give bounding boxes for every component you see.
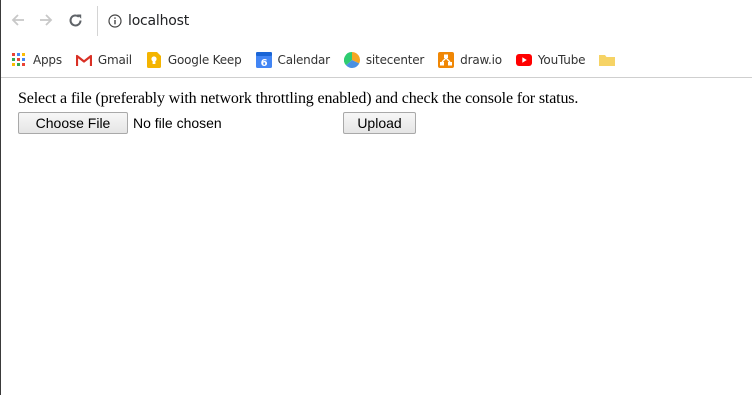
calendar-day-number: 6 bbox=[260, 58, 267, 68]
bookmark-label: Apps bbox=[33, 53, 62, 67]
bookmark-label: draw.io bbox=[460, 53, 502, 67]
sitecenter-icon bbox=[343, 52, 360, 68]
bookmark-folder[interactable] bbox=[591, 48, 627, 72]
page-content: Select a file (preferably with network t… bbox=[1, 78, 752, 395]
bookmark-youtube[interactable]: YouTube bbox=[508, 48, 591, 72]
bookmark-sitecenter[interactable]: sitecenter bbox=[336, 48, 430, 72]
forward-arrow-icon bbox=[40, 14, 53, 26]
no-file-chosen-text: No file chosen bbox=[133, 115, 222, 131]
bookmark-label: Calendar bbox=[277, 53, 331, 67]
file-upload-form: Choose File No file chosen Upload bbox=[18, 111, 438, 135]
url-text: localhost bbox=[128, 13, 190, 29]
choose-file-button[interactable]: Choose File bbox=[18, 112, 128, 134]
browser-toolbar: localhost bbox=[1, 0, 752, 43]
bookmark-google-keep[interactable]: Google Keep bbox=[138, 48, 248, 72]
bookmark-label: Google Keep bbox=[167, 53, 242, 67]
forward-button[interactable] bbox=[35, 9, 57, 31]
calendar-icon: 6 bbox=[255, 52, 272, 68]
gmail-icon bbox=[75, 52, 92, 68]
bookmark-gmail[interactable]: Gmail bbox=[68, 48, 138, 72]
reload-button[interactable] bbox=[64, 9, 86, 31]
reload-icon bbox=[69, 13, 81, 26]
folder-icon bbox=[599, 52, 616, 68]
back-arrow-icon bbox=[11, 14, 24, 26]
back-button[interactable] bbox=[7, 9, 29, 31]
bookmark-label: YouTube bbox=[537, 53, 586, 67]
bookmark-label: Gmail bbox=[97, 53, 132, 67]
address-bar[interactable]: localhost bbox=[97, 6, 752, 36]
bookmark-drawio[interactable]: draw.io bbox=[430, 48, 508, 72]
info-icon[interactable] bbox=[108, 14, 122, 28]
upload-button[interactable]: Upload bbox=[343, 112, 416, 134]
instructions-text: Select a file (preferably with network t… bbox=[18, 90, 579, 107]
bookmark-label: sitecenter bbox=[365, 53, 425, 67]
bookmark-calendar[interactable]: 6 Calendar bbox=[248, 48, 336, 72]
apps-grid-icon bbox=[11, 52, 27, 68]
drawio-icon bbox=[438, 52, 455, 68]
youtube-icon bbox=[515, 52, 532, 68]
bookmark-apps[interactable]: Apps bbox=[1, 48, 68, 72]
google-keep-icon bbox=[146, 52, 162, 68]
bookmarks-bar: Apps Gmail Google Keep 6 Calendar sitece… bbox=[1, 43, 752, 78]
